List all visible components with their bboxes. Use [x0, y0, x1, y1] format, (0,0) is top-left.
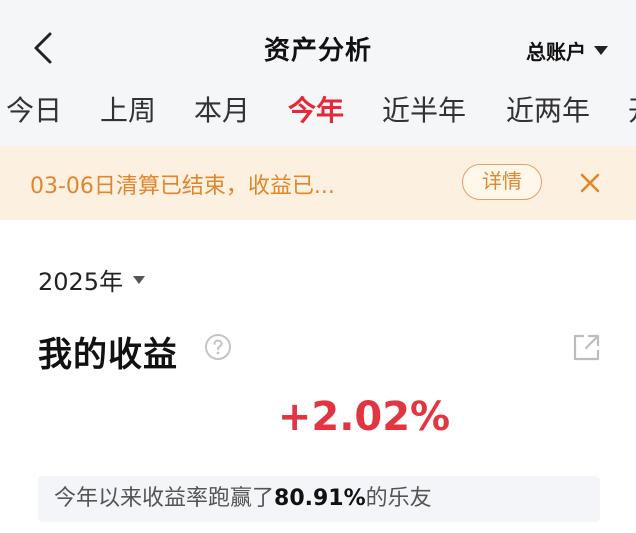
rank-suffix: 的乐友: [365, 486, 432, 511]
caret-down-icon: [133, 275, 146, 284]
help-button[interactable]: [204, 333, 232, 361]
return-percentage: +2.02%: [277, 394, 451, 440]
tab-two-years[interactable]: 近两年: [506, 96, 590, 126]
caret-down-icon: [594, 46, 608, 55]
close-notice-button[interactable]: [577, 170, 603, 196]
year-label: 2025年: [38, 268, 124, 296]
question-circle-icon: [205, 334, 231, 360]
top-header: 资产分析 总账户: [0, 0, 636, 96]
share-button[interactable]: [570, 332, 602, 364]
tab-today[interactable]: 今日: [6, 96, 62, 126]
tab-this-year[interactable]: 今年: [288, 96, 344, 126]
rank-prefix: 今年以来收益率跑赢了: [54, 486, 275, 511]
section-title: 我的收益: [38, 335, 178, 375]
year-selector[interactable]: 2025年: [38, 262, 146, 297]
tab-this-month[interactable]: 本月: [194, 96, 250, 126]
tab-half-year[interactable]: 近半年: [382, 96, 466, 126]
notice-text: 03-06日清算已结束，收益已...: [30, 174, 335, 199]
tab-last-week[interactable]: 上周: [100, 96, 156, 126]
share-external-icon: [573, 334, 600, 361]
rank-percent: 80.91%: [274, 486, 366, 511]
close-icon: [580, 173, 600, 193]
details-button[interactable]: 详情: [462, 164, 542, 200]
period-tabs: 今日 上周 本月 今年 近半年 近两年 开: [0, 96, 636, 146]
tab-overflow[interactable]: 开: [628, 96, 636, 126]
ranking-banner: 今年以来收益率跑赢了80.91%的乐友: [38, 476, 600, 522]
account-selector[interactable]: 总账户: [526, 36, 608, 65]
account-label: 总账户: [526, 40, 586, 64]
settlement-notice: 03-06日清算已结束，收益已... 详情: [0, 146, 636, 220]
